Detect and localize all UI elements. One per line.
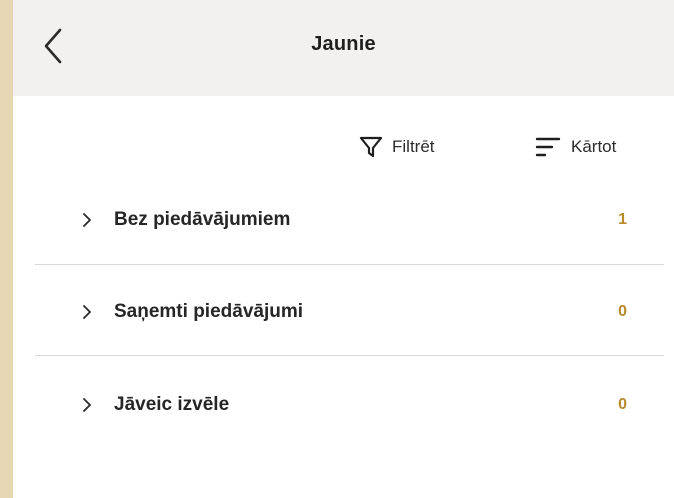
top-bar: Jaunie [13,0,674,96]
divider [35,355,664,356]
sort-button[interactable]: Kārtot [535,132,616,162]
page-title: Jaunie [311,33,376,55]
group-label: Bez piedāvājumiem [114,209,291,230]
filter-icon [359,135,383,159]
group-count-badge: 0 [618,303,627,320]
group-label: Jāveic izvēle [114,394,230,415]
filter-button[interactable]: Filtrēt [359,132,435,162]
sort-icon [535,136,561,158]
chevron-right-icon [82,360,92,450]
chevron-right-icon [82,267,92,357]
filter-label: Filtrēt [392,137,435,156]
group-row-choose[interactable]: Jāveic izvēle 0 [13,360,674,450]
group-row-received-offers[interactable]: Saņemti piedāvājumi 0 [13,267,674,357]
group-label: Saņemti piedāvājumi [114,301,304,322]
group-count-badge: 0 [618,396,627,413]
chevron-right-icon [82,175,92,265]
sort-label: Kārtot [571,137,617,156]
group-count-badge: 1 [618,211,627,228]
group-row-no-offers[interactable]: Bez piedāvājumiem 1 [13,175,674,265]
divider [35,264,664,265]
app-screen: Jaunie Filtrēt Kārtot Bez piedāvājumiem … [13,0,674,498]
